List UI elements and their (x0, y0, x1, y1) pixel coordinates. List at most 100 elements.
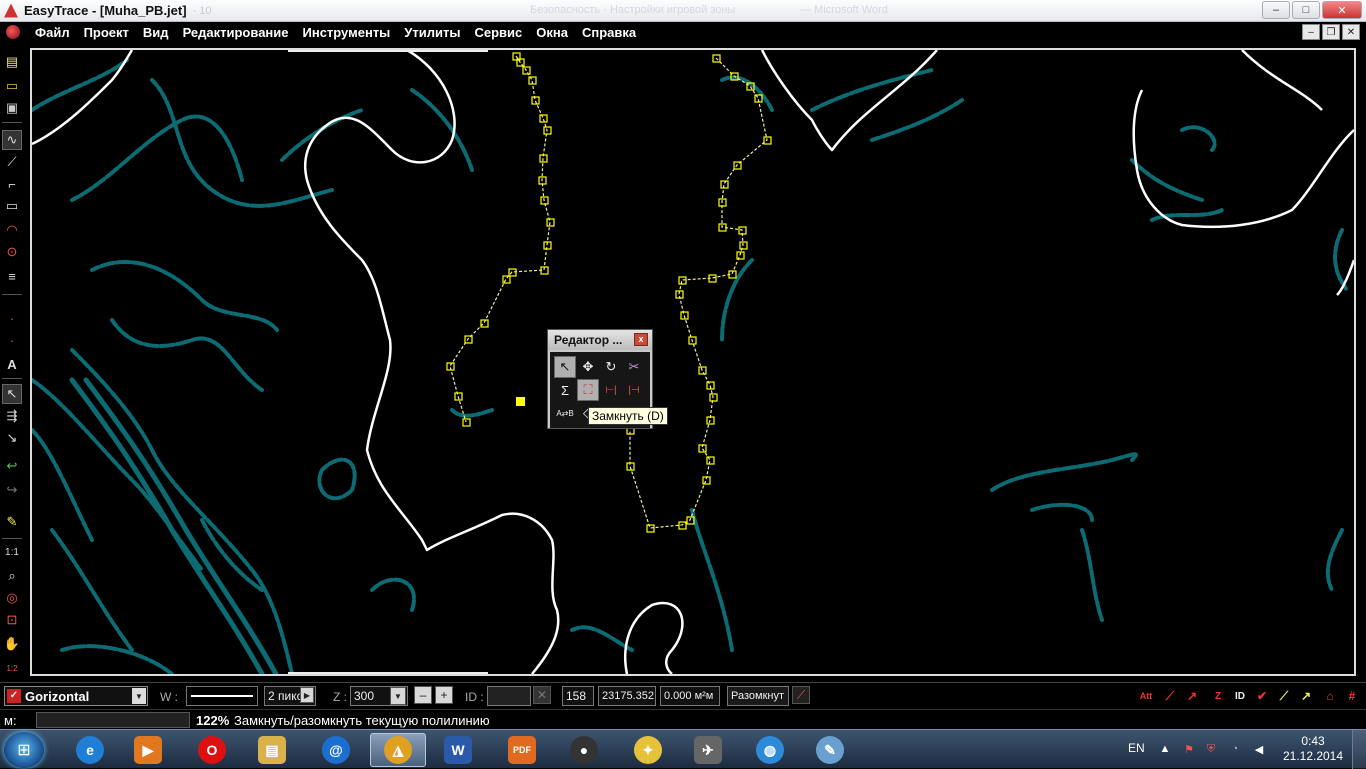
close-polyline-icon[interactable]: ⛶ (577, 379, 599, 401)
join-icon[interactable]: |⊣ (623, 379, 645, 401)
arrow-check-icon[interactable]: ↗ (1182, 686, 1202, 706)
zoom-icon[interactable]: ⌕ (2, 566, 22, 586)
map-canvas[interactable] (30, 48, 1356, 676)
sum-icon[interactable]: Σ (554, 379, 576, 401)
tray-flag-icon[interactable]: ⚑ (1182, 742, 1196, 756)
checkmark-icon[interactable]: ✔ (1252, 686, 1272, 706)
home-icon[interactable]: ⌂ (1320, 686, 1340, 706)
palette-close-button[interactable]: x (634, 333, 648, 346)
node-check-icon[interactable]: ⟋ (1274, 686, 1294, 706)
scale-1-1-icon[interactable]: 1:1 (2, 542, 22, 562)
start-button[interactable]: ⊞ (4, 732, 44, 768)
select-tool-icon[interactable]: ↖ (2, 384, 22, 404)
point-tool-icon[interactable]: · (2, 308, 22, 328)
menu-utilities[interactable]: Утилиты (397, 25, 467, 40)
open-folder-icon[interactable]: ▭ (2, 76, 22, 96)
pencil-icon[interactable]: ✎ (2, 512, 22, 532)
taskbar-paper-plane[interactable]: ✈ (680, 733, 736, 767)
pan-hand-icon[interactable]: ✋ (2, 634, 22, 654)
id-clear-icon[interactable]: ✕ (533, 686, 551, 704)
status-prefix: м: (4, 713, 17, 728)
move-icon[interactable]: ✥ (577, 356, 599, 378)
rectangle-tool-icon[interactable]: ▭ (2, 196, 22, 216)
taskbar-explorer[interactable]: ▤ (244, 733, 300, 767)
snap-icon[interactable]: ↗ (1296, 686, 1316, 706)
zoom-extent-icon[interactable]: ⊡ (2, 610, 22, 630)
redo-arrow-icon[interactable]: ↪ (2, 480, 22, 500)
ab-icon[interactable]: A⇄B (554, 402, 576, 424)
close-button[interactable]: ✕ (1322, 1, 1362, 19)
menu-windows[interactable]: Окна (529, 25, 575, 40)
palette-title-bar[interactable]: Редактор ... x (548, 330, 652, 350)
grid-icon[interactable]: # (1342, 686, 1362, 706)
taskbar-app-dark[interactable]: ● (556, 733, 612, 767)
menu-help[interactable]: Справка (575, 25, 643, 40)
pick-icon[interactable]: ⟋ (792, 686, 810, 704)
id-check-icon[interactable]: ID (1230, 686, 1250, 706)
taskbar-word[interactable]: W (430, 733, 486, 767)
paper-plane-icon: ✈ (694, 736, 722, 764)
taskbar-pdf[interactable]: PDF (494, 733, 550, 767)
clock[interactable]: 0:43 21.12.2014 (1282, 734, 1344, 764)
layer-select[interactable]: ✓ Gorizontal ▼ (4, 686, 148, 706)
doc-restore-button[interactable]: ❐ (1322, 24, 1340, 40)
taskbar-media-player[interactable]: ▶ (120, 733, 176, 767)
menu-project[interactable]: Проект (77, 25, 136, 40)
chevron-down-icon[interactable]: ▼ (132, 688, 146, 704)
taskbar-ie[interactable]: e (62, 733, 118, 767)
z-chevron-down-icon[interactable]: ▼ (390, 687, 406, 705)
clock-date: 21.12.2014 (1282, 749, 1344, 763)
polyline-tool-icon[interactable]: ⟋ (2, 152, 22, 172)
taskbar-paint[interactable]: ✎ (802, 733, 858, 767)
hatch-tool-icon[interactable]: ≡ (2, 266, 22, 286)
show-desktop-button[interactable] (1352, 730, 1366, 769)
taskbar-globe[interactable]: ◍ (742, 733, 798, 767)
menu-view[interactable]: Вид (136, 25, 176, 40)
attributes-icon[interactable]: Att (1136, 686, 1156, 706)
menu-file[interactable]: Файл (28, 25, 77, 40)
taskbar-mail[interactable]: @ (308, 733, 364, 767)
taskbar-easytrace[interactable]: ◮ (370, 733, 426, 767)
save-icon[interactable]: ▣ (2, 98, 22, 118)
language-indicator[interactable]: EN (1128, 741, 1145, 755)
rotate-icon[interactable]: ↻ (600, 356, 622, 378)
undo-arrow-icon[interactable]: ↩ (2, 456, 22, 476)
doc-minimize-button[interactable]: – (1302, 24, 1320, 40)
network-icon[interactable]: ◔ (1228, 742, 1242, 756)
new-file-icon[interactable]: ▤ (2, 52, 22, 72)
line-style-preview[interactable] (186, 686, 258, 706)
tray-shield-icon[interactable]: ⛨ (1204, 742, 1218, 756)
step-line-tool-icon[interactable]: ⌐ (2, 174, 22, 194)
plus-button[interactable]: + (435, 686, 453, 704)
scale-1-2-icon[interactable]: 1:2 (2, 658, 22, 678)
volume-icon[interactable]: ◀ (1252, 742, 1266, 756)
menu-edit[interactable]: Редактирование (176, 25, 296, 40)
layer-visible-checkbox[interactable]: ✓ (7, 689, 21, 703)
id-field[interactable] (487, 686, 531, 706)
menu-service[interactable]: Сервис (467, 25, 529, 40)
select-node-icon[interactable]: ↘ (2, 428, 22, 448)
zoom-region-icon[interactable]: ◎ (2, 588, 22, 608)
minus-button[interactable]: – (414, 686, 432, 704)
curve-tool-icon[interactable]: ∿ (2, 130, 22, 150)
document-icon[interactable] (6, 25, 20, 39)
z-check-icon[interactable]: Z (1208, 686, 1228, 706)
multi-select-icon[interactable]: ⇶ (2, 406, 22, 426)
width-arrow-icon[interactable]: ▶ (300, 687, 314, 703)
select-arrow-icon[interactable]: ↖ (554, 356, 576, 378)
point-small-icon[interactable]: · (2, 330, 22, 350)
text-tool-icon[interactable]: A (2, 354, 22, 374)
tray-expand-icon[interactable]: ▲ (1158, 742, 1172, 756)
maximize-button[interactable]: □ (1292, 1, 1320, 19)
arc-tool-icon[interactable]: ◠ (2, 220, 22, 240)
taskbar-opera[interactable]: O (184, 733, 240, 767)
doc-close-button[interactable]: ✕ (1342, 24, 1360, 40)
open-closed-toggle-button[interactable]: Разомкнут (727, 686, 789, 706)
scissors-icon[interactable]: ✂ (623, 356, 645, 378)
circle-tool-icon[interactable]: ⊙ (2, 242, 22, 262)
taskbar-idea[interactable]: ✦ (620, 733, 676, 767)
menu-tools[interactable]: Инструменты (296, 25, 398, 40)
line-check-icon[interactable]: ⟋ (1160, 686, 1180, 706)
minimize-button[interactable]: – (1262, 1, 1290, 19)
split-icon[interactable]: ⊢| (600, 379, 622, 401)
